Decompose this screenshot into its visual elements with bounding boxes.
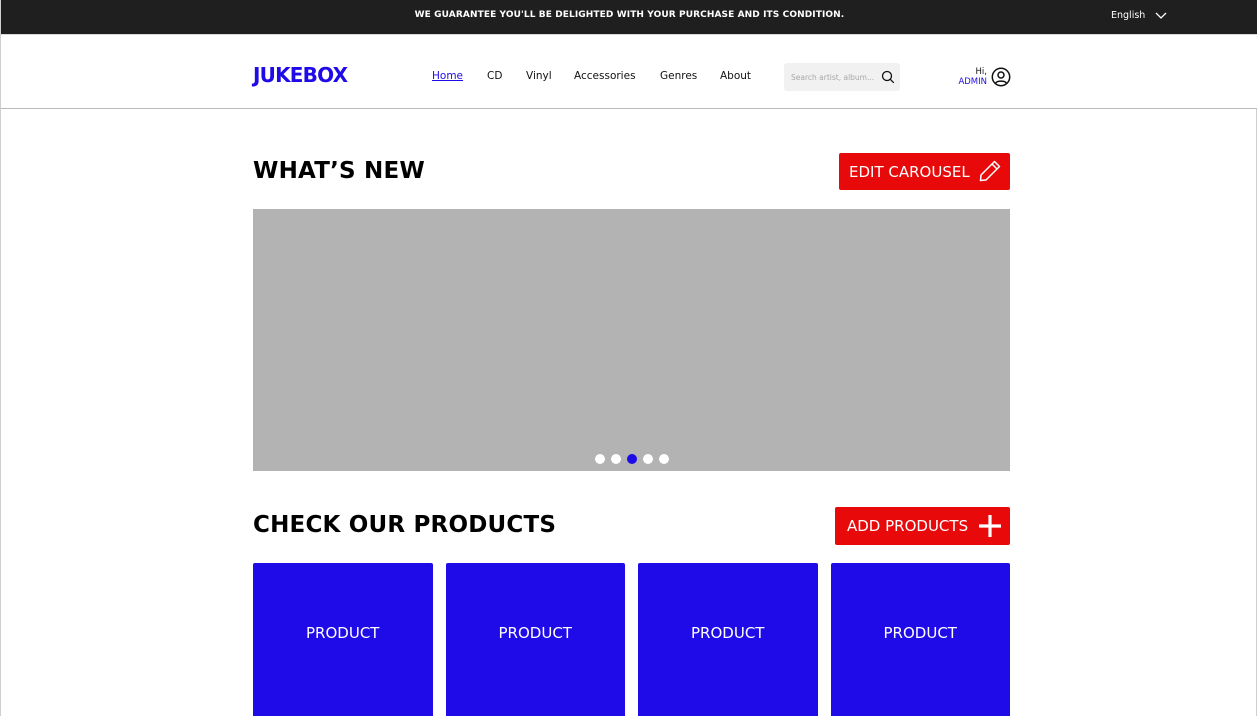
carousel-dots: [253, 454, 1010, 464]
nav-item-vinyl[interactable]: Vinyl: [526, 70, 552, 82]
site-header: JUKEBOX Home CD Vinyl Accessories Genres…: [1, 34, 1257, 109]
search-icon[interactable]: [881, 69, 895, 88]
nav-item-genres[interactable]: Genres: [660, 70, 697, 82]
logo[interactable]: JUKEBOX: [253, 63, 348, 87]
carousel-dot-1[interactable]: [594, 454, 605, 464]
user-menu[interactable]: Hi, ADMIN: [951, 67, 1013, 91]
announcement-bar: WE GUARANTEE YOU'LL BE DELIGHTED WITH YO…: [1, 0, 1257, 34]
nav-item-home[interactable]: Home: [432, 70, 463, 82]
carousel-dot-4[interactable]: [642, 454, 653, 464]
product-card[interactable]: PRODUCT: [638, 563, 818, 716]
edit-carousel-button[interactable]: EDIT CAROUSEL: [839, 153, 1010, 190]
user-greeting: Hi,: [975, 67, 987, 77]
product-card[interactable]: PRODUCT: [445, 563, 625, 716]
plus-icon: [978, 514, 1002, 542]
user-icon: [991, 67, 1011, 91]
product-grid: PRODUCT PRODUCT PRODUCT PRODUCT: [253, 563, 1010, 716]
carousel-dot-5[interactable]: [658, 454, 669, 464]
carousel-dot-3[interactable]: [626, 454, 637, 464]
product-card[interactable]: PRODUCT: [830, 563, 1010, 716]
whats-new-title: WHAT’S NEW: [253, 158, 425, 184]
chevron-down-icon: [1155, 11, 1167, 22]
search-input[interactable]: [791, 72, 879, 82]
carousel-dot-2[interactable]: [610, 454, 621, 464]
products-title: CHECK OUR PRODUCTS: [253, 512, 557, 538]
promo-text: WE GUARANTEE YOU'LL BE DELIGHTED WITH YO…: [414, 10, 845, 20]
nav-item-cd[interactable]: CD: [487, 70, 502, 82]
nav-item-about[interactable]: About: [720, 70, 751, 82]
language-label: English: [1111, 10, 1146, 21]
edit-carousel-label: EDIT CAROUSEL: [849, 162, 970, 181]
add-products-button[interactable]: ADD PRODUCTS: [835, 507, 1010, 545]
nav-item-accessories[interactable]: Accessories: [574, 70, 636, 82]
language-selector[interactable]: English: [1111, 9, 1167, 22]
carousel[interactable]: [253, 209, 1010, 471]
add-products-label: ADD PRODUCTS: [847, 517, 969, 535]
product-card[interactable]: PRODUCT: [253, 563, 433, 716]
pencil-icon: [978, 159, 1002, 187]
search-box: [784, 63, 900, 91]
user-name: ADMIN: [958, 77, 987, 87]
